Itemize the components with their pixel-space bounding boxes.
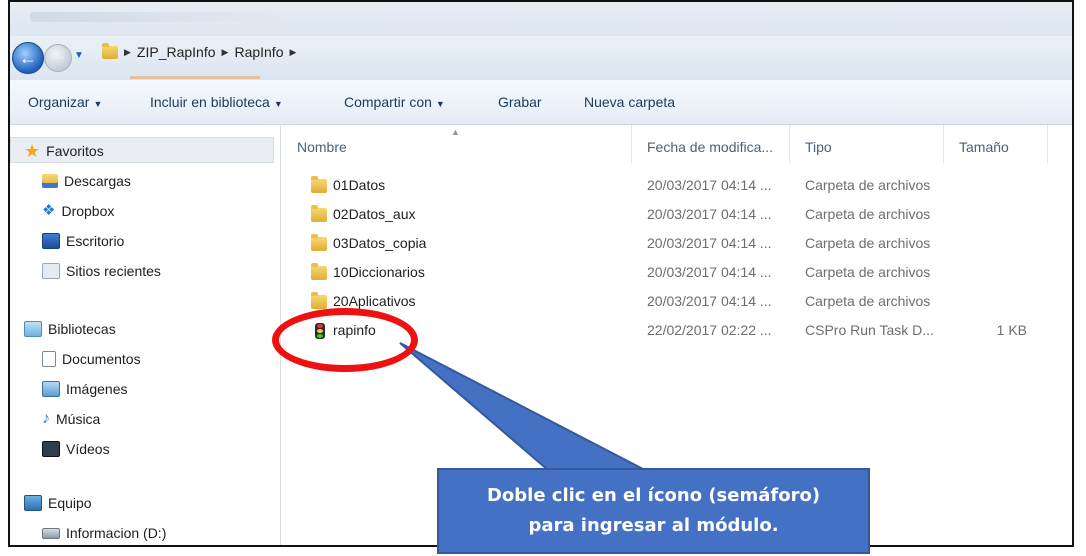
callout-line-1: Doble clic en el ícono (semáforo) (486, 485, 821, 506)
highlight-ring (272, 308, 418, 372)
callout-line-2: para ingresar al módulo. (528, 515, 779, 536)
callout-pointer-triangle (399, 342, 646, 471)
instruction-callout: Doble clic en el ícono (semáforo) para i… (437, 468, 870, 554)
